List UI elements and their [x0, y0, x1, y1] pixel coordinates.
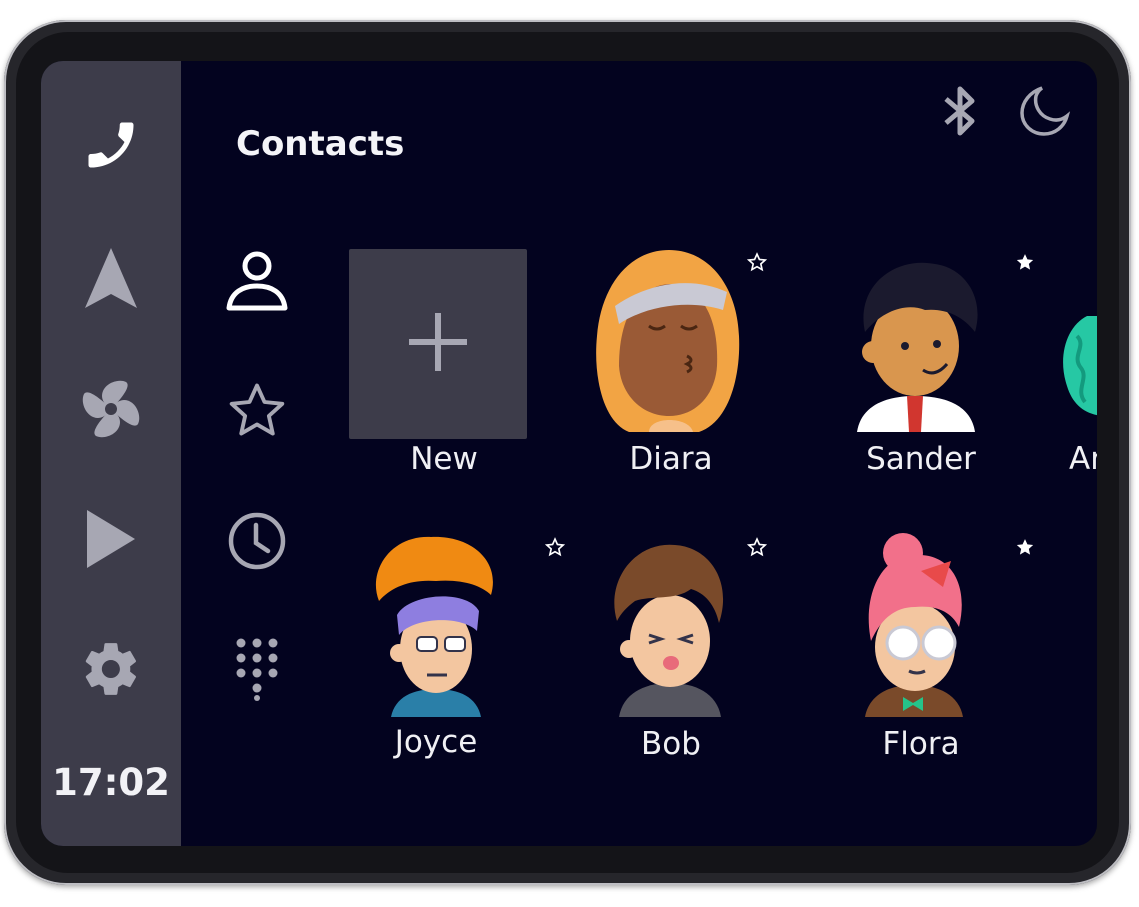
play-icon — [85, 508, 137, 574]
favorite-star-icon — [1016, 539, 1034, 555]
bluetooth-button[interactable] — [930, 83, 990, 143]
contact-name: Joyce — [394, 724, 478, 760]
contact-tile-sander[interactable]: Sander — [811, 246, 1034, 496]
new-contact-button[interactable] — [349, 249, 527, 439]
favorite-star-icon — [747, 252, 767, 272]
nav-phone-button[interactable] — [75, 111, 147, 183]
moon-icon — [1018, 84, 1072, 142]
dialpad-icon — [233, 636, 281, 706]
contact-name: Bob — [641, 726, 701, 762]
nav-rail: 17:02 — [41, 61, 181, 846]
contact-avatar — [857, 262, 978, 432]
favorite-star-icon — [1016, 254, 1034, 270]
contact-avatar — [375, 536, 493, 717]
fan-icon — [80, 378, 142, 444]
nav-media-button[interactable] — [75, 505, 147, 577]
nav-navigation-button[interactable] — [75, 244, 147, 316]
contact-name: Sander — [866, 441, 976, 477]
contact-name: Ar — [1069, 441, 1097, 477]
screen: 17:02 Contacts New Diara Sander Ar Joyce… — [41, 61, 1097, 846]
contact-avatar — [596, 250, 740, 432]
contact-name: Flora — [882, 726, 960, 762]
contact-tile-bob[interactable]: Bob — [571, 531, 791, 781]
gear-icon — [80, 638, 142, 704]
phone-icon — [81, 113, 141, 181]
clock-icon — [227, 511, 287, 575]
night-mode-button[interactable] — [1015, 83, 1075, 143]
nav-climate-button[interactable] — [75, 375, 147, 447]
contact-tile-joyce[interactable]: Joyce — [331, 531, 565, 781]
contact-avatar — [1063, 316, 1097, 415]
star-icon — [226, 379, 288, 445]
filter-favorites[interactable] — [221, 376, 293, 448]
bluetooth-icon — [942, 83, 978, 143]
person-icon — [225, 248, 289, 316]
clock: 17:02 — [52, 761, 170, 804]
filter-all-contacts[interactable] — [221, 246, 293, 318]
favorite-star-icon — [747, 537, 767, 557]
new-contact-label: New — [410, 441, 478, 477]
filter-dialpad[interactable] — [221, 635, 293, 707]
contact-name: Diara — [629, 441, 713, 477]
contact-tile-ar[interactable]: Ar — [1051, 246, 1097, 496]
contact-tile-flora[interactable]: Flora — [811, 531, 1034, 781]
contact-avatar — [865, 533, 963, 717]
favorite-star-icon — [545, 537, 565, 557]
contact-avatar — [614, 544, 724, 717]
contact-tile-diara[interactable]: Diara — [571, 246, 791, 496]
nav-settings-button[interactable] — [75, 635, 147, 707]
filter-recents[interactable] — [221, 507, 293, 579]
page-title: Contacts — [236, 124, 405, 164]
plus-icon — [407, 311, 469, 377]
navigation-icon — [83, 246, 139, 314]
